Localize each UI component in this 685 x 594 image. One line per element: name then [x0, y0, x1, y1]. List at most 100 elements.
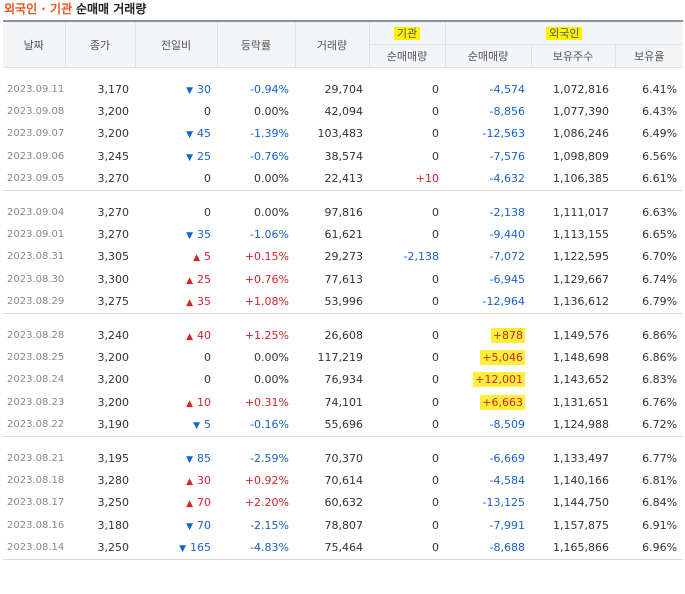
foreign-net-value: +5,046 [480, 349, 525, 365]
cell-institution-net: 0 [432, 451, 439, 465]
cell-foreign-ratio: 6.49% [642, 127, 678, 141]
cell-foreign-ratio: 6.76% [642, 395, 678, 409]
cell-close: 3,200 [97, 395, 130, 409]
table-row: 2023.09.04 3,270 0 0.00% 97,816 0 -2,138… [3, 201, 683, 223]
cell-volume: 70,614 [324, 473, 364, 487]
cell-volume: 76,934 [324, 373, 364, 387]
cell-foreign-ratio: 6.43% [642, 105, 678, 119]
cell-volume: 60,632 [324, 496, 364, 510]
change-value: 0 [204, 373, 211, 387]
group-separator [3, 189, 684, 201]
change-value: 35 [197, 228, 211, 242]
cell-institution-net: 0 [432, 496, 439, 510]
cell-close: 3,180 [97, 518, 130, 532]
cell-close: 3,200 [97, 105, 130, 119]
cell-foreign-ratio: 6.63% [642, 205, 678, 219]
cell-foreign-holdings: 1,086,246 [553, 127, 609, 141]
cell-date: 2023.08.18 [7, 474, 65, 486]
foreign-net-value: -12,964 [482, 295, 525, 309]
header-close: 종가 [64, 20, 135, 68]
cell-institution-net: 0 [432, 127, 439, 141]
cell-rate: -0.76% [250, 149, 289, 163]
cell-volume: 29,704 [324, 82, 364, 96]
header-foreign-net: 순매매량 [444, 44, 531, 68]
cell-change: ▲ 70 [135, 492, 217, 514]
cell-rate: +0.76% [244, 272, 289, 286]
table-row: 2023.09.11 3,170 ▼ 30 -0.94% 29,704 0 -4,… [3, 78, 683, 100]
foreign-net-value: -8,509 [489, 418, 525, 432]
cell-close: 3,245 [97, 149, 130, 163]
cell-volume: 53,996 [324, 295, 364, 309]
cell-date: 2023.09.11 [7, 83, 65, 95]
cell-foreign-net: +12,001 [445, 369, 531, 391]
cell-foreign-ratio: 6.84% [642, 496, 678, 510]
cell-foreign-holdings: 1,111,017 [553, 205, 609, 219]
header-change: 전일비 [134, 20, 217, 68]
change-value: 165 [190, 541, 211, 555]
cell-rate: 0.00% [254, 350, 289, 364]
foreign-net-value: -4,584 [489, 473, 525, 487]
cell-foreign-net: -8,688 [445, 536, 531, 558]
cell-volume: 103,483 [317, 127, 364, 141]
cell-foreign-holdings: 1,165,866 [553, 541, 609, 555]
cell-foreign-holdings: 1,113,155 [553, 228, 609, 242]
cell-rate: +1.08% [244, 295, 289, 309]
down-arrow-icon: ▼ [186, 130, 193, 141]
separator-cell [3, 435, 684, 447]
foreign-net-value: -2,138 [489, 205, 525, 219]
cell-rate: -0.94% [250, 82, 289, 96]
cell-rate: -4.83% [250, 541, 289, 555]
cell-foreign-ratio: 6.79% [642, 295, 678, 309]
cell-change: ▼ 30 [135, 78, 217, 100]
change-value: 5 [204, 418, 211, 432]
header-foreign-group: 외국인 [444, 20, 684, 45]
cell-foreign-net: -8,856 [445, 100, 531, 122]
cell-foreign-ratio: 6.41% [642, 82, 678, 96]
cell-foreign-net: -7,991 [445, 514, 531, 536]
up-arrow-icon: ▲ [186, 398, 193, 409]
group-separator [3, 312, 684, 324]
cell-foreign-holdings: 1,133,497 [553, 451, 609, 465]
institution-group-label: 기관 [393, 27, 421, 40]
cell-change: 0 [135, 100, 217, 122]
change-value: 30 [197, 473, 211, 487]
cell-date: 2023.08.16 [7, 519, 65, 531]
cell-institution-net: 0 [432, 328, 439, 342]
change-value: 25 [197, 149, 211, 163]
change-value: 85 [197, 451, 211, 465]
cell-foreign-holdings: 1,077,390 [553, 105, 609, 119]
cell-rate: +0.31% [244, 395, 289, 409]
table-row: 2023.08.29 3,275 ▲ 35 +1.08% 53,996 0 -12… [3, 291, 683, 314]
table-row: 2023.09.06 3,245 ▼ 25 -0.76% 38,574 0 -7,… [3, 145, 683, 167]
cell-foreign-net: -8,509 [445, 413, 531, 436]
cell-volume: 55,696 [324, 418, 364, 432]
cell-change: ▼ 45 [135, 123, 217, 145]
cell-volume: 38,574 [324, 149, 364, 163]
cell-date: 2023.09.08 [7, 106, 65, 118]
cell-foreign-holdings: 1,144,750 [553, 496, 609, 510]
cell-close: 3,270 [97, 228, 130, 242]
cell-foreign-holdings: 1,124,988 [553, 418, 609, 432]
change-value: 5 [204, 250, 211, 264]
cell-foreign-ratio: 6.61% [642, 172, 678, 186]
cell-foreign-net: -2,138 [445, 201, 531, 223]
cell-foreign-net: -12,964 [445, 291, 531, 314]
cell-date: 2023.08.28 [7, 329, 65, 341]
cell-institution-net: 0 [432, 295, 439, 309]
cell-rate: -2.15% [250, 518, 289, 532]
foreign-net-value: -7,991 [489, 518, 525, 532]
cell-date: 2023.08.29 [7, 296, 65, 308]
cell-volume: 78,807 [324, 518, 364, 532]
cell-rate: 0.00% [254, 205, 289, 219]
up-arrow-icon: ▲ [186, 298, 193, 309]
cell-institution-net: 0 [432, 418, 439, 432]
cell-foreign-net: -7,072 [445, 246, 531, 268]
foreign-net-value: -6,669 [489, 451, 525, 465]
cell-date: 2023.08.24 [7, 374, 65, 386]
foreign-net-value: -8,688 [489, 541, 525, 555]
cell-volume: 29,273 [324, 250, 364, 264]
cell-foreign-net: +878 [445, 324, 531, 346]
cell-foreign-holdings: 1,140,166 [553, 473, 609, 487]
cell-foreign-holdings: 1,129,667 [553, 272, 609, 286]
cell-date: 2023.08.30 [7, 273, 65, 285]
